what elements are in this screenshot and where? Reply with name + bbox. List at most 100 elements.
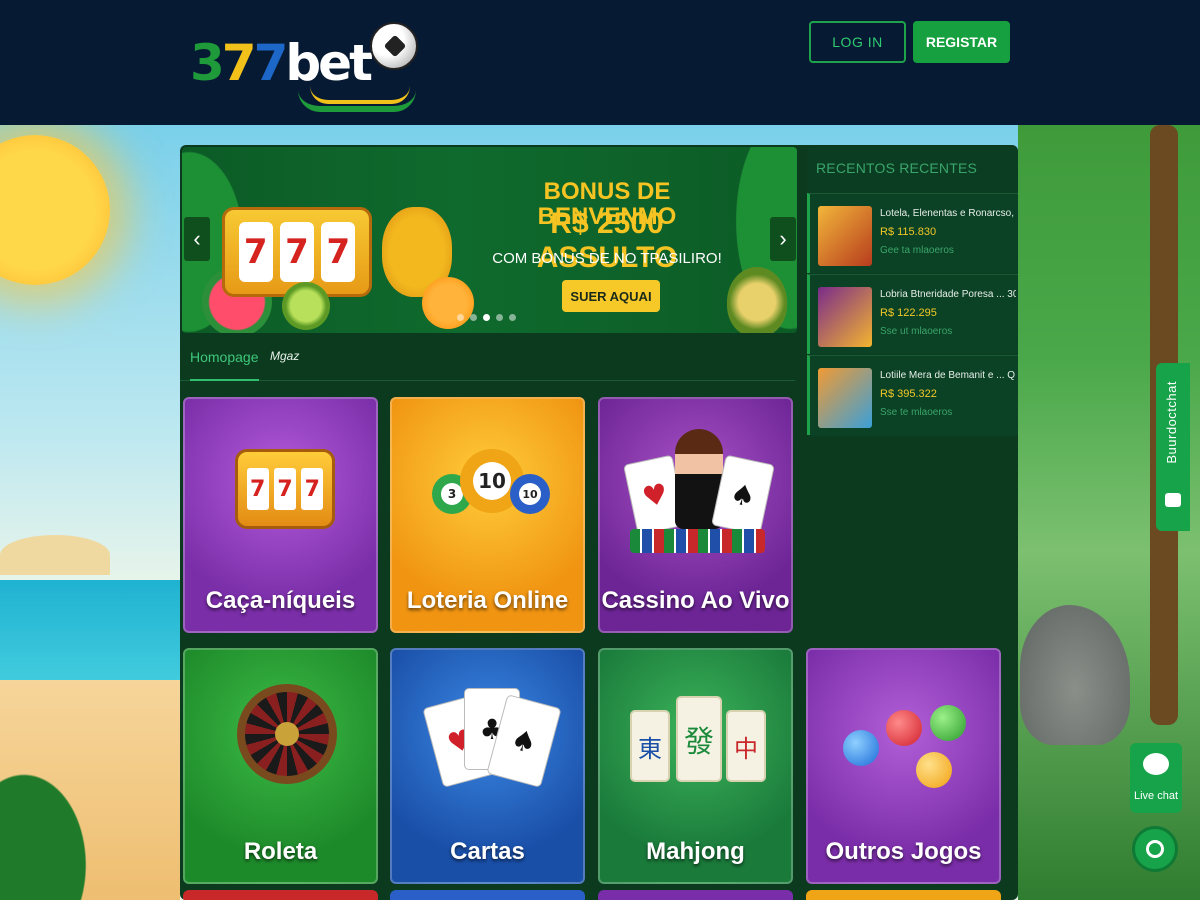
kiwi-icon xyxy=(282,282,330,330)
chat-bubbles-icon xyxy=(1143,753,1169,775)
live-chat-label: Live chat xyxy=(1133,790,1179,802)
chat-icon xyxy=(1165,493,1181,507)
game-tile-label: Cartas xyxy=(450,838,525,865)
logo-digit-3: 3 xyxy=(190,34,225,92)
recent-title: RECENTOS RECENTES xyxy=(816,160,978,176)
red-ball xyxy=(886,710,922,746)
slot-reel: 7 xyxy=(279,222,314,282)
avocado-icon xyxy=(727,267,787,333)
foliage-left xyxy=(0,725,120,900)
roulette-wheel xyxy=(237,684,337,784)
slot-machine-icon: 7 7 7 xyxy=(215,419,350,564)
game-tile-label: Mahjong xyxy=(646,838,745,865)
logo-digit-7a: 7 xyxy=(221,34,257,92)
site-header: 377bet LOG IN REGISTAR xyxy=(0,0,1200,125)
game-tile-partial[interactable] xyxy=(183,890,378,900)
game-tile-partial[interactable] xyxy=(806,890,1001,900)
site-logo[interactable]: 377bet xyxy=(190,20,420,115)
carousel-dots xyxy=(457,314,516,321)
logo-swoosh-yellow xyxy=(310,86,410,104)
game-thumbnail xyxy=(818,287,872,347)
game-tile-partial[interactable] xyxy=(390,890,585,900)
carousel-dot[interactable] xyxy=(457,314,464,321)
logo-text: 377bet xyxy=(190,34,373,92)
game-tile-partial[interactable] xyxy=(598,890,793,900)
recent-item[interactable]: Lotiile Mera de Bemanit e ... Q... R$ 39… xyxy=(807,355,1018,435)
game-tile-mahjong[interactable]: 東 發 中 Mahjong xyxy=(598,648,793,884)
game-tile-roulette[interactable]: Roleta xyxy=(183,648,378,884)
blue-ball xyxy=(843,730,879,766)
side-chat-tab[interactable]: Buurdoctchat xyxy=(1156,363,1190,531)
recent-item-amount: R$ 122.295 xyxy=(880,307,937,319)
lottery-balls-icon: 3 10 10 xyxy=(422,419,557,564)
recent-item-meta: Sse ut mlaoeros xyxy=(880,326,953,337)
chat-bubble-icon xyxy=(1146,840,1164,858)
side-chat-label: Buurdoctchat xyxy=(1164,381,1179,464)
slot-reel: 7 xyxy=(321,222,356,282)
register-button[interactable]: REGISTAR xyxy=(913,21,1010,63)
tab-homepage[interactable]: Homopage xyxy=(190,349,259,381)
colored-balls-icon xyxy=(838,670,973,815)
mahjong-tile: 中 xyxy=(726,710,766,782)
poker-chips xyxy=(630,529,765,553)
logo-word-bet: bet xyxy=(285,34,373,92)
main-panel: 7 7 7 BONUS DE BENVENMO R$ 2500 ASSULTO … xyxy=(180,145,1018,900)
banner-subtitle: COM BONUS DE NO TPASILIRO! xyxy=(492,250,722,267)
game-tile-cards[interactable]: ♥ ♣ ♠ Cartas xyxy=(390,648,585,884)
recent-item-name: Lotela, Elenentas e Ronarcso, 13... xyxy=(880,208,1016,219)
recent-item-amount: R$ 395.322 xyxy=(880,388,937,400)
recent-item-meta: Gee ta mlaoeros xyxy=(880,245,954,256)
recent-item-name: Lobria Btneridade Poresa ... 30... xyxy=(880,289,1016,300)
game-tile-lottery[interactable]: 3 10 10 Loteria Online xyxy=(390,397,585,633)
banner-cta-button[interactable]: SUER AQUAI xyxy=(562,280,660,312)
carousel-dot[interactable] xyxy=(496,314,503,321)
slot-machine: 7 7 7 xyxy=(235,449,335,529)
carousel-dot-active[interactable] xyxy=(483,314,490,321)
recent-item[interactable]: Lotela, Elenentas e Ronarcso, 13... R$ 1… xyxy=(807,193,1018,273)
recent-item[interactable]: Lobria Btneridade Poresa ... 30... R$ 12… xyxy=(807,274,1018,354)
carousel-dot[interactable] xyxy=(509,314,516,321)
orange-icon xyxy=(422,277,474,329)
login-button[interactable]: LOG IN xyxy=(809,21,906,63)
game-thumbnail xyxy=(818,368,872,428)
game-thumbnail xyxy=(818,206,872,266)
tab-other[interactable]: Mgaz xyxy=(270,349,299,363)
mahjong-tile: 發 xyxy=(676,696,722,782)
tab-bar: Homopage Mgaz xyxy=(180,341,795,381)
game-tile-label: Roleta xyxy=(243,838,318,865)
slot-reel: 7 xyxy=(238,222,273,282)
mahjong-tiles-icon: 東 發 中 xyxy=(630,670,766,815)
slot-reel: 7 xyxy=(301,468,324,510)
live-chat-button[interactable]: Live chat xyxy=(1130,743,1182,813)
game-tile-label: Loteria Online xyxy=(406,587,569,614)
lottery-ball-number: 10 xyxy=(519,483,541,505)
carousel-dot[interactable] xyxy=(470,314,477,321)
game-tile-slots[interactable]: 7 7 7 Caça-níqueis xyxy=(183,397,378,633)
logo-digit-7b: 7 xyxy=(253,34,289,92)
recent-item-amount: R$ 115.830 xyxy=(880,226,937,238)
playing-cards-icon: ♥ ♣ ♠ xyxy=(422,670,562,815)
chevron-left-icon[interactable]: ‹ xyxy=(184,217,210,261)
recent-item-name: Lotiile Mera de Bemanit e ... Q... xyxy=(880,370,1016,381)
island-illustration xyxy=(0,535,110,575)
promo-banner[interactable]: 7 7 7 BONUS DE BENVENMO R$ 2500 ASSULTO … xyxy=(182,147,797,333)
recent-item-meta: Sse te mlaoeros xyxy=(880,407,953,418)
recent-panel: RECENTOS RECENTES Lotela, Elenentas e Ro… xyxy=(807,147,1018,437)
game-tile-label: Cassino Ao Vivo xyxy=(601,587,790,614)
slot-reel: 7 xyxy=(273,468,296,510)
support-chat-button[interactable] xyxy=(1132,826,1178,872)
live-dealer-icon: ♥ ♠ xyxy=(623,419,775,564)
green-ball xyxy=(930,705,966,741)
game-tile-label: Outros Jogos xyxy=(825,838,982,865)
chevron-right-icon[interactable]: › xyxy=(770,217,796,261)
mahjong-tile: 東 xyxy=(630,710,670,782)
game-tile-other-games[interactable]: Outros Jogos xyxy=(806,648,1001,884)
yellow-ball xyxy=(916,752,952,788)
game-tile-label: Caça-níqueis xyxy=(205,587,356,614)
soccer-ball-icon xyxy=(370,22,418,70)
sun-illustration xyxy=(0,135,110,285)
game-tile-live-casino[interactable]: ♥ ♠ Cassino Ao Vivo xyxy=(598,397,793,633)
slot-reel: 7 xyxy=(246,468,269,510)
roulette-wheel-icon xyxy=(215,670,350,815)
lottery-ball: 10 xyxy=(510,474,550,514)
